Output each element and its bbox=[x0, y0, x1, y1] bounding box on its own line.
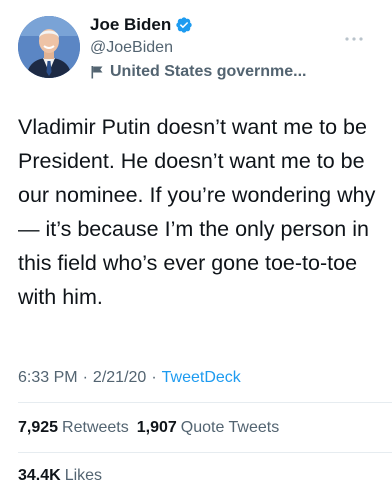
engagement-stats: 7,925 Retweets 1,907 Quote Tweets bbox=[18, 416, 287, 440]
tweet-date[interactable]: 2/21/20 bbox=[93, 369, 146, 387]
meta-separator: · bbox=[151, 369, 157, 386]
government-label-text: United States governme... bbox=[110, 63, 307, 80]
likes-stats: 34.4K Likes bbox=[18, 464, 110, 488]
retweets-count[interactable]: 7,925 bbox=[18, 419, 58, 437]
likes-label[interactable]: Likes bbox=[65, 467, 102, 485]
retweets-label[interactable]: Retweets bbox=[62, 419, 129, 437]
divider bbox=[18, 452, 392, 453]
likes-count[interactable]: 34.4K bbox=[18, 467, 61, 485]
author-info: Joe Biden @JoeBiden United States govern bbox=[90, 14, 350, 83]
avatar-photo bbox=[18, 16, 80, 78]
tweet-header: Joe Biden @JoeBiden United States govern bbox=[18, 14, 378, 82]
more-options-icon[interactable] bbox=[344, 30, 364, 41]
verified-badge-icon bbox=[175, 16, 193, 34]
avatar[interactable] bbox=[18, 16, 80, 78]
tweet-meta: 6:33 PM · 2/21/20 · TweetDeck bbox=[18, 366, 241, 390]
tweet-text: Vladimir Putin doesn’t want me to be Pre… bbox=[18, 115, 376, 309]
divider bbox=[18, 402, 392, 403]
tweet-source-link[interactable]: TweetDeck bbox=[162, 369, 241, 387]
quotes-count[interactable]: 1,907 bbox=[137, 419, 177, 437]
name-row: Joe Biden bbox=[90, 14, 350, 36]
meta-separator: · bbox=[82, 369, 88, 386]
author-display-name[interactable]: Joe Biden bbox=[90, 14, 171, 36]
quotes-label[interactable]: Quote Tweets bbox=[181, 419, 279, 437]
author-handle[interactable]: @JoeBiden bbox=[90, 37, 350, 59]
affiliation-label[interactable]: United States governme... bbox=[90, 61, 350, 83]
tweet-time[interactable]: 6:33 PM bbox=[18, 369, 78, 387]
flag-icon bbox=[90, 65, 104, 79]
tweet-detail: Joe Biden @JoeBiden United States govern bbox=[0, 0, 392, 500]
